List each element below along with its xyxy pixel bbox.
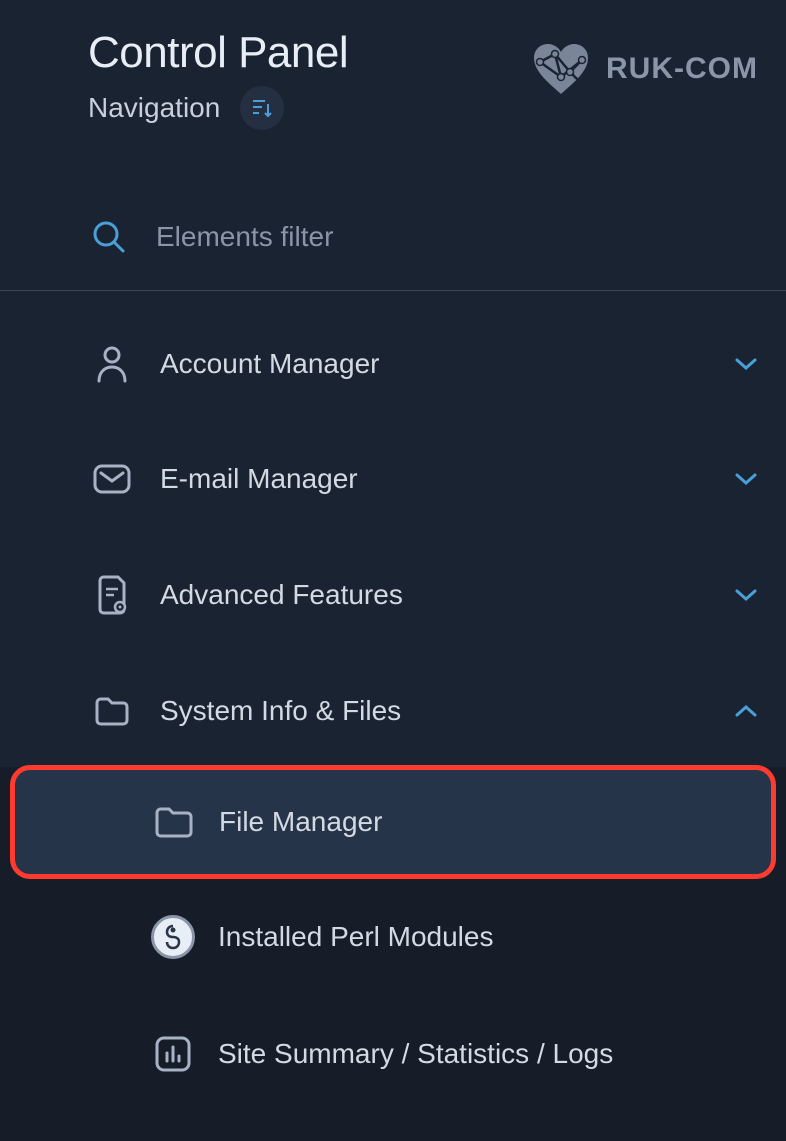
heart-logo-icon xyxy=(530,42,592,96)
filter-row[interactable] xyxy=(0,130,786,291)
folder-icon xyxy=(92,695,132,727)
folder-icon xyxy=(151,804,197,840)
chevron-down-icon xyxy=(734,588,758,602)
navigation-label: Navigation xyxy=(88,92,220,124)
nav-item-label: Advanced Features xyxy=(160,579,734,611)
sort-button[interactable] xyxy=(240,86,284,130)
filter-input[interactable] xyxy=(156,221,758,253)
chevron-up-icon xyxy=(734,704,758,718)
document-gear-icon xyxy=(92,575,132,615)
nav-item-label: E-mail Manager xyxy=(160,463,734,495)
page-title: Control Panel xyxy=(88,28,348,78)
sub-item-perl-modules[interactable]: Installed Perl Modules xyxy=(0,877,786,997)
nav-item-account-manager[interactable]: Account Manager xyxy=(0,305,786,423)
brand-name: RUK-COM xyxy=(606,52,758,86)
user-icon xyxy=(92,345,132,383)
nav-item-system-info-files[interactable]: System Info & Files xyxy=(0,655,786,767)
system-sub-section: File Manager Installed Perl Modules xyxy=(0,767,786,1141)
nav-item-label: System Info & Files xyxy=(160,695,734,727)
header-left: Control Panel Navigation xyxy=(88,28,348,130)
sub-item-label: File Manager xyxy=(219,806,382,838)
navigation-row: Navigation xyxy=(88,86,348,130)
chevron-down-icon xyxy=(734,472,758,486)
nav-list: Account Manager E-mail Manager Ad xyxy=(0,291,786,1141)
mail-icon xyxy=(92,464,132,494)
chevron-down-icon xyxy=(734,357,758,371)
perl-icon xyxy=(150,915,196,959)
sort-icon xyxy=(251,98,273,118)
nav-item-label: Account Manager xyxy=(160,348,734,380)
header: Control Panel Navigation RUK-COM xyxy=(0,0,786,130)
sub-item-site-summary[interactable]: Site Summary / Statistics / Logs xyxy=(0,997,786,1111)
nav-item-advanced-features[interactable]: Advanced Features xyxy=(0,535,786,655)
sub-item-file-manager[interactable]: File Manager xyxy=(12,767,774,877)
brand-logo: RUK-COM xyxy=(530,28,758,96)
nav-item-email-manager[interactable]: E-mail Manager xyxy=(0,423,786,535)
search-icon xyxy=(92,220,126,254)
sub-item-label: Site Summary / Statistics / Logs xyxy=(218,1038,613,1070)
highlighted-wrapper: File Manager xyxy=(12,767,774,877)
chart-icon xyxy=(150,1035,196,1073)
sub-item-label: Installed Perl Modules xyxy=(218,921,493,953)
